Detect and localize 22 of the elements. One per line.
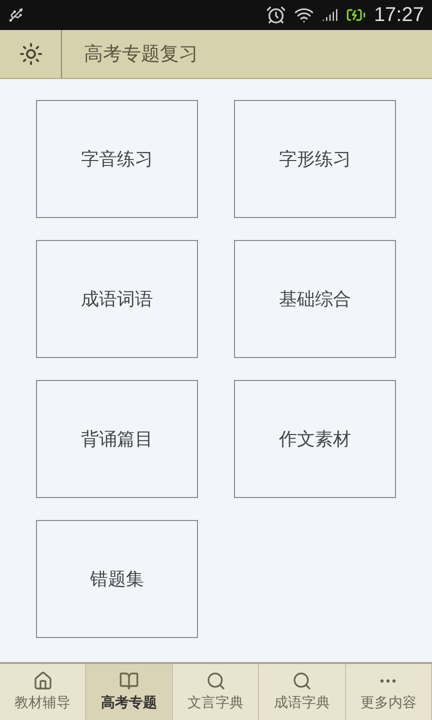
topic-tile[interactable]: 错题集 xyxy=(36,520,198,638)
nav-tab[interactable]: 文言字典 xyxy=(172,664,260,720)
home-icon xyxy=(32,670,53,690)
book-icon xyxy=(119,670,140,690)
more-icon xyxy=(380,678,396,682)
clock-time: 17:27 xyxy=(374,3,424,28)
topic-tile[interactable]: 字形练习 xyxy=(234,100,396,218)
nav-tab[interactable]: 成语字典 xyxy=(259,664,346,720)
nav-tab[interactable]: 更多内容 xyxy=(346,664,432,720)
search-icon xyxy=(292,670,312,690)
usb-icon xyxy=(8,7,24,23)
topic-tile[interactable]: 字音练习 xyxy=(36,100,198,218)
topic-tile[interactable]: 背诵篇目 xyxy=(36,380,198,498)
signal-icon xyxy=(322,7,338,23)
page-title: 高考专题复习 xyxy=(84,42,198,67)
topic-tile[interactable]: 基础综合 xyxy=(234,240,396,358)
search-icon xyxy=(206,670,226,690)
topic-tile[interactable]: 作文素材 xyxy=(234,380,396,498)
sun-icon xyxy=(18,42,42,66)
nav-tab[interactable]: 高考专题 xyxy=(86,664,173,720)
topic-tile[interactable]: 成语词语 xyxy=(36,240,198,358)
alarm-icon xyxy=(266,5,286,25)
